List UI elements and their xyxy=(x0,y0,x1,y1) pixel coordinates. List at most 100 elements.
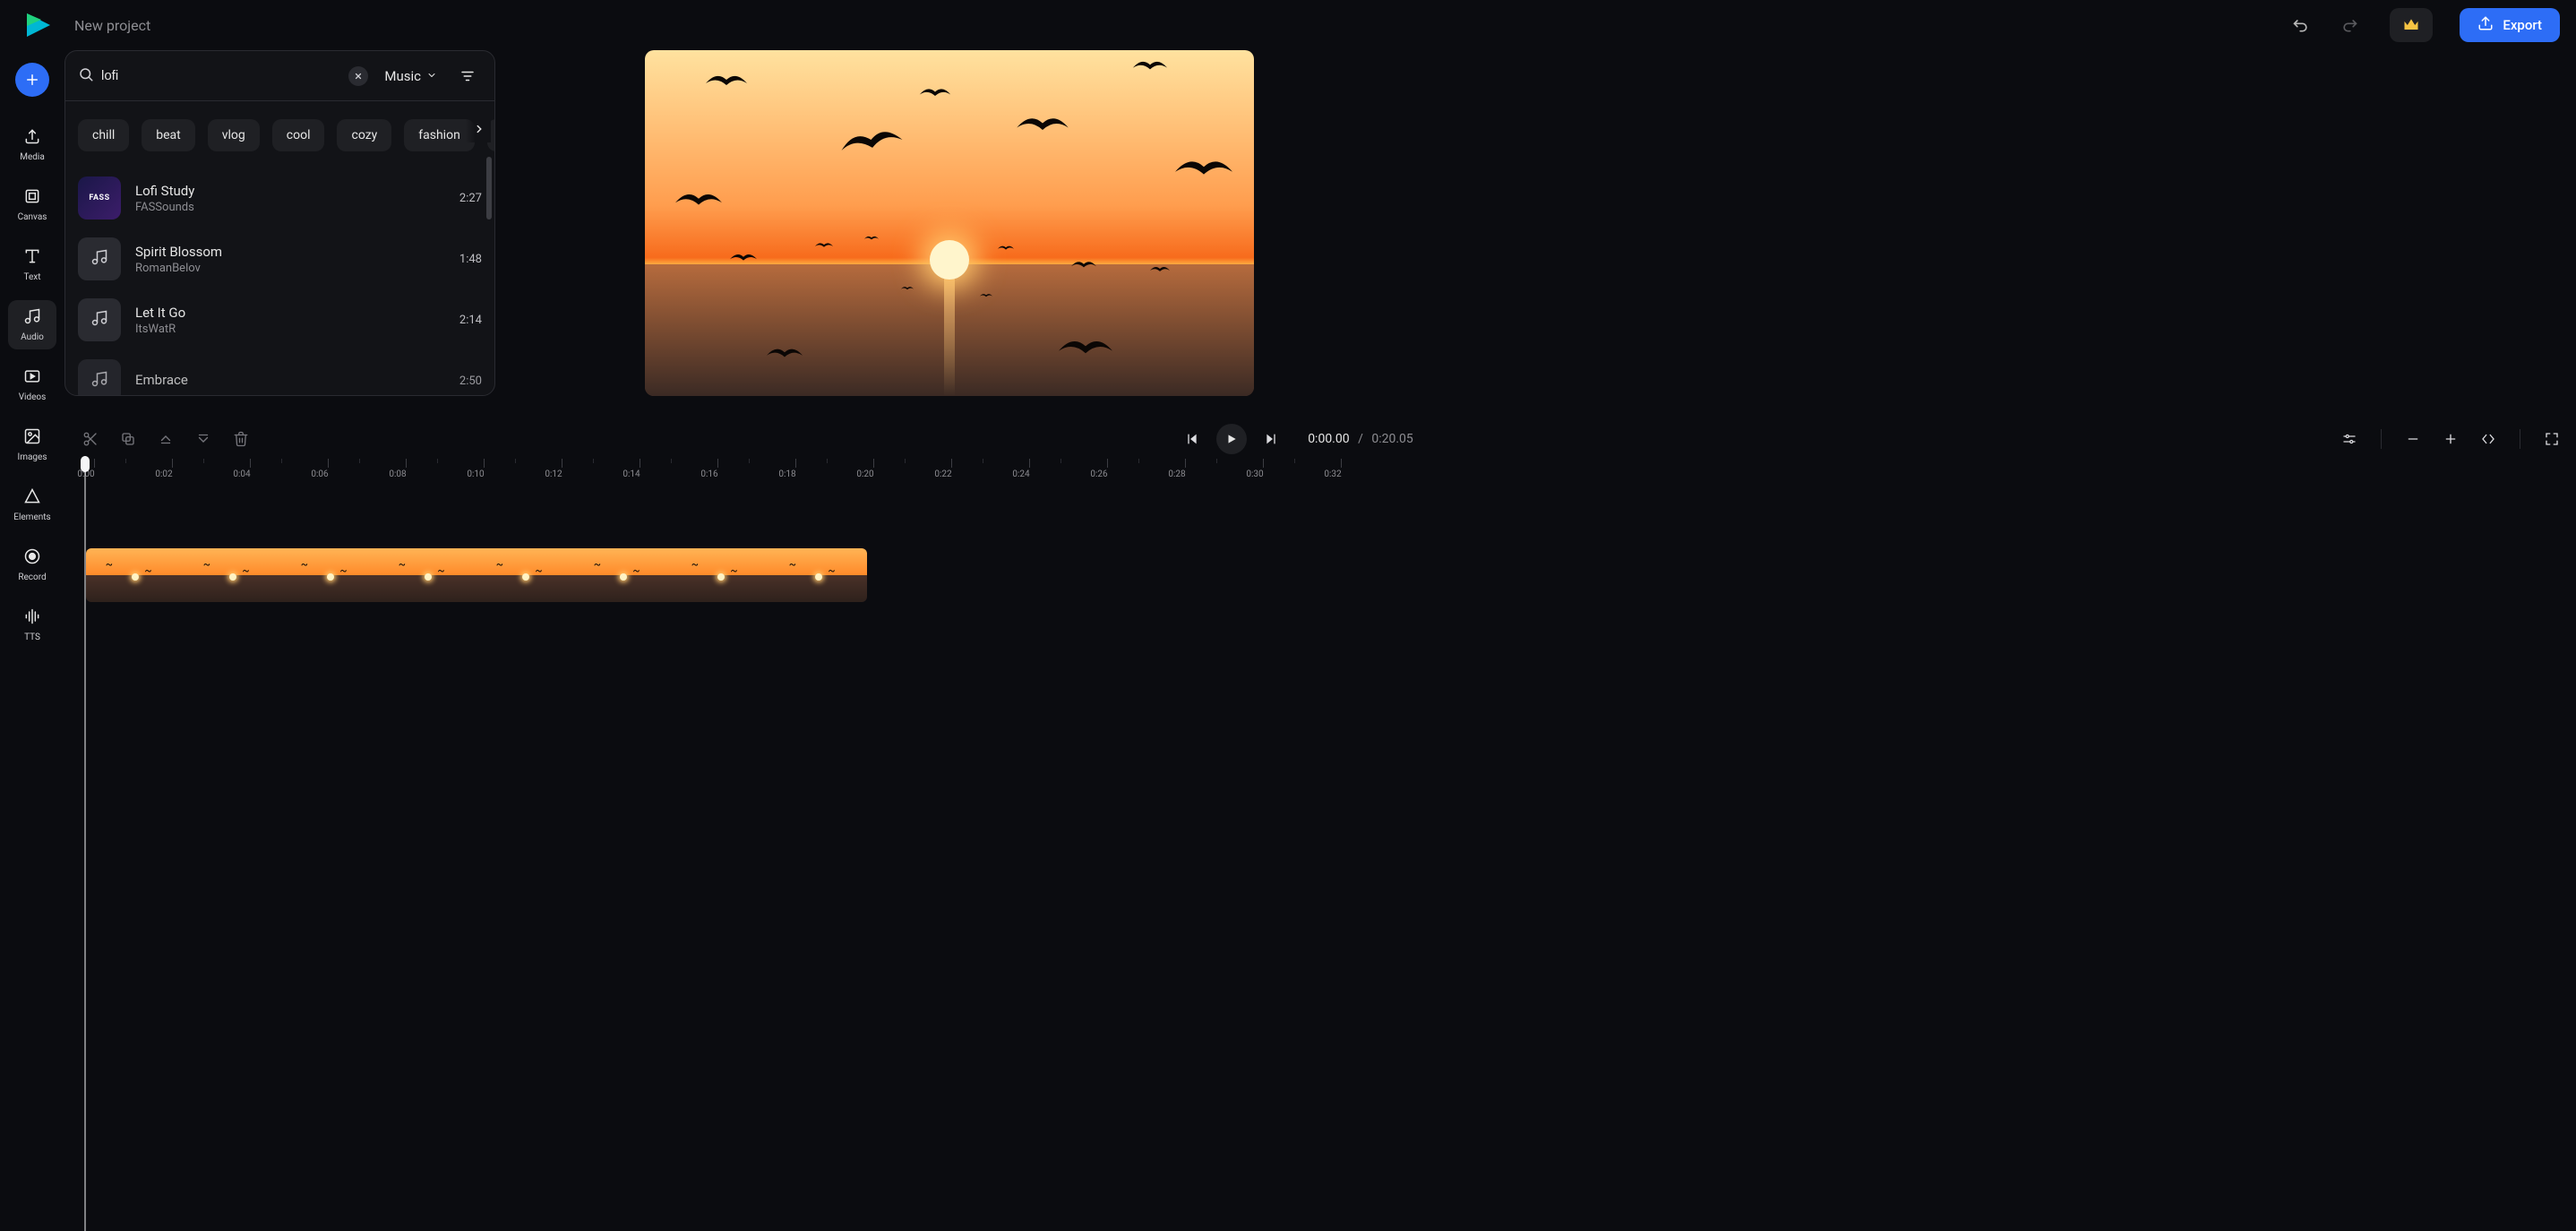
bird-silhouette xyxy=(706,71,747,92)
ruler-tick: 0:30 xyxy=(1255,459,1272,479)
add-media-button[interactable] xyxy=(15,63,49,97)
music-note-icon xyxy=(90,370,108,392)
track-title: Embrace xyxy=(135,372,445,388)
tag-chip[interactable]: beat xyxy=(142,119,194,151)
redo-button xyxy=(2332,8,2366,42)
ruler-tick: 0:28 xyxy=(1177,459,1194,479)
category-label: Music xyxy=(384,68,421,84)
rail-media[interactable]: Media xyxy=(8,120,56,169)
bird-silhouette xyxy=(919,85,951,101)
tag-chip[interactable]: chill xyxy=(78,119,129,151)
play-button[interactable] xyxy=(1216,424,1247,454)
bird-silhouette xyxy=(1132,57,1168,75)
ruler-tick-minor xyxy=(749,459,750,463)
tag-chip[interactable]: cool xyxy=(272,119,325,151)
chips-scroll-right[interactable] xyxy=(466,117,491,142)
track-artist: RomanBelov xyxy=(135,262,445,275)
search-input[interactable] xyxy=(101,68,341,83)
next-frame-button[interactable] xyxy=(1256,424,1286,454)
rail-videos[interactable]: Videos xyxy=(8,360,56,409)
rail-label: Record xyxy=(18,572,46,582)
ruler-tick: 0:08 xyxy=(398,459,415,479)
text-icon xyxy=(23,247,41,269)
ruler-tick-minor xyxy=(359,459,360,463)
zoom-fit-button[interactable] xyxy=(2473,424,2503,454)
results-list[interactable]: FASS Lofi Study FASSounds 2:27 Spirit Bl… xyxy=(65,159,494,395)
track-duration: 1:48 xyxy=(459,253,482,266)
track-thumb xyxy=(78,237,121,280)
project-title[interactable]: New project xyxy=(74,17,150,34)
result-item[interactable]: Let It Go ItsWatR 2:14 xyxy=(78,289,482,350)
undo-button[interactable] xyxy=(2284,8,2318,42)
tag-chip[interactable]: vlog xyxy=(208,119,260,151)
bird-silhouette xyxy=(815,240,833,251)
music-note-icon xyxy=(90,248,108,270)
ruler-tick-minor xyxy=(125,459,126,463)
playhead[interactable] xyxy=(84,456,86,1231)
ruler-tick-minor xyxy=(1060,459,1061,463)
ruler-tick: 0:04 xyxy=(242,459,259,479)
zoom-out-button[interactable] xyxy=(2398,424,2428,454)
clip-frame: ~~ xyxy=(477,548,574,602)
ruler-tick-minor xyxy=(203,459,204,463)
audio-panel: Music chill beat vlog cool cozy fashion … xyxy=(64,50,495,396)
result-item[interactable]: Embrace 2:50 xyxy=(78,350,482,395)
video-preview[interactable] xyxy=(645,50,1254,396)
tag-chip[interactable]: fashion xyxy=(404,119,475,151)
category-dropdown[interactable]: Music xyxy=(377,68,444,84)
clip-frame: ~~ xyxy=(574,548,672,602)
upgrade-button[interactable] xyxy=(2390,8,2433,42)
filter-button[interactable] xyxy=(453,62,482,90)
rail-label: Text xyxy=(23,272,40,282)
shapes-icon xyxy=(23,487,41,509)
rail-label: Canvas xyxy=(18,212,47,222)
ruler-tick: 0:18 xyxy=(787,459,804,479)
time-current: 0:00.00 xyxy=(1308,432,1349,446)
zoom-in-button[interactable] xyxy=(2435,424,2466,454)
export-button[interactable]: Export xyxy=(2460,8,2560,42)
fullscreen-button[interactable] xyxy=(2537,424,2567,454)
clip-frame: ~~ xyxy=(379,548,477,602)
clip-frame: ~~ xyxy=(184,548,281,602)
ruler-tick-minor xyxy=(905,459,906,463)
timeline-settings-button[interactable] xyxy=(2334,424,2365,454)
ruler-tick: 0:16 xyxy=(709,459,726,479)
ruler-tick: 0:24 xyxy=(1021,459,1038,479)
rail-tts[interactable]: TTS xyxy=(8,600,56,650)
result-item[interactable]: FASS Lofi Study FASSounds 2:27 xyxy=(78,168,482,228)
track-duration: 2:14 xyxy=(459,314,482,327)
ruler-tick: 0:12 xyxy=(554,459,571,479)
rail-record[interactable]: Record xyxy=(8,540,56,590)
track-artist: ItsWatR xyxy=(135,323,445,336)
time-duration: 0:20.05 xyxy=(1371,432,1413,446)
export-label: Export xyxy=(2503,17,2542,33)
panel-scrollbar[interactable] xyxy=(486,157,492,220)
result-item[interactable]: Spirit Blossom RomanBelov 1:48 xyxy=(78,228,482,289)
rail-label: Elements xyxy=(13,512,50,522)
chevron-down-icon xyxy=(426,68,437,84)
ruler-tick-minor xyxy=(1138,459,1139,463)
rail-label: Media xyxy=(20,152,45,162)
rail-label: Audio xyxy=(21,332,44,342)
ruler-tick: 0:10 xyxy=(476,459,493,479)
ruler-tick-minor xyxy=(671,459,672,463)
duplicate-button xyxy=(113,424,143,454)
image-icon xyxy=(23,427,41,449)
rail-images[interactable]: Images xyxy=(8,420,56,469)
rail-text[interactable]: Text xyxy=(8,240,56,289)
track-thumb: FASS xyxy=(78,176,121,220)
rail-elements[interactable]: Elements xyxy=(8,480,56,529)
app-logo[interactable] xyxy=(16,5,60,45)
rail-audio[interactable]: Audio xyxy=(8,300,56,349)
clear-search-button[interactable] xyxy=(348,66,368,86)
ruler-tick-minor xyxy=(1216,459,1217,463)
clip-frame: ~~ xyxy=(86,548,184,602)
bird-silhouette xyxy=(1059,334,1112,363)
tag-chip[interactable]: cozy xyxy=(337,119,391,151)
rail-canvas[interactable]: Canvas xyxy=(8,180,56,229)
video-clip[interactable]: ~~~~~~~~~~~~~~~~ xyxy=(86,548,867,602)
track-duration: 2:27 xyxy=(459,192,482,205)
timeline-ruler[interactable]: 0:000:020:040:060:080:100:120:140:160:18… xyxy=(66,459,2576,486)
prev-frame-button[interactable] xyxy=(1177,424,1207,454)
timeline[interactable]: ~~~~~~~~~~~~~~~~ xyxy=(66,548,2576,604)
